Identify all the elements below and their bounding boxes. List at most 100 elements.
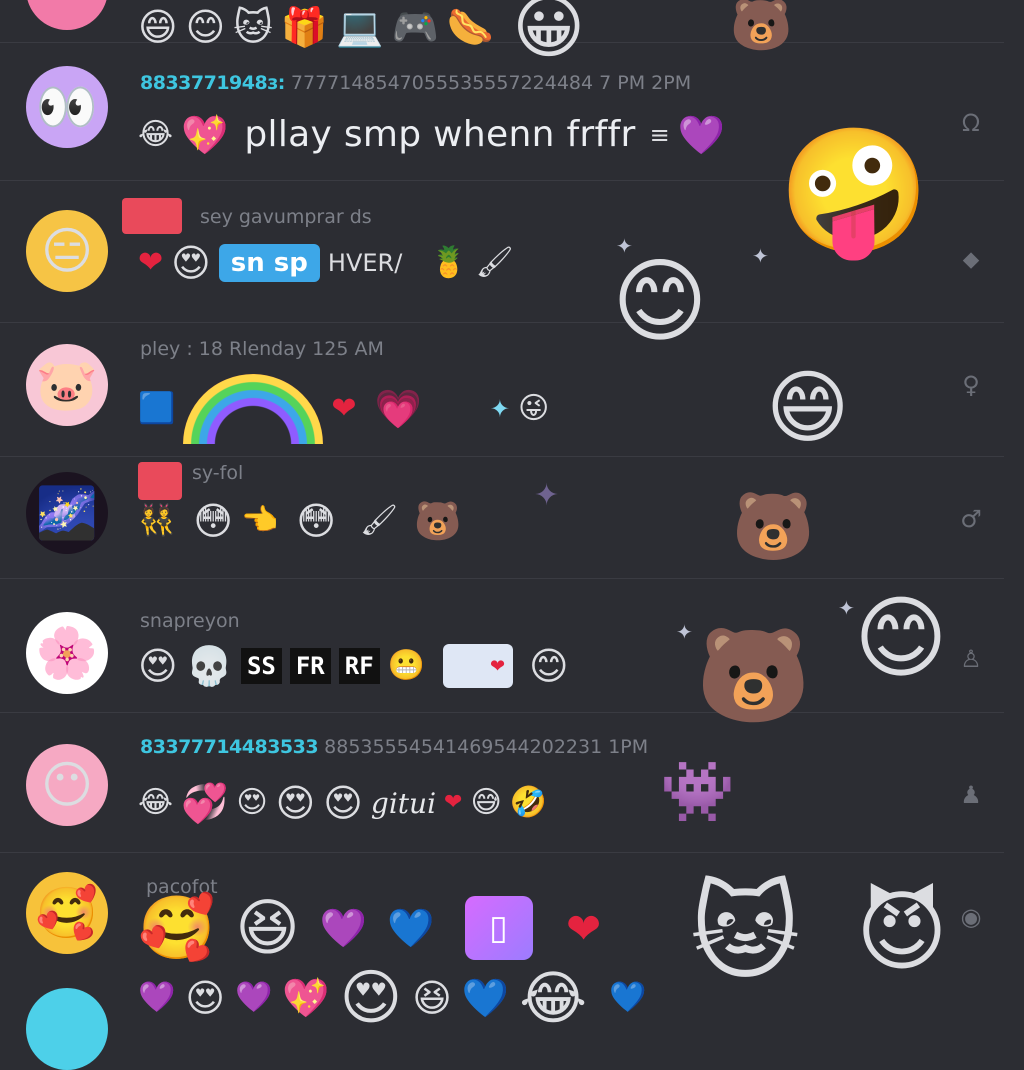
app-sticker: ▯ <box>464 896 533 960</box>
heart-emoji: ❤ <box>444 790 463 815</box>
rainbow-sticker <box>183 374 324 444</box>
action-icon[interactable]: ᘯ <box>956 108 986 138</box>
sparkle-heart-emoji: 💖 <box>181 112 229 157</box>
hearts-emoji: 💞 <box>181 781 229 825</box>
cat-emoji: 🐱 <box>233 5 273 49</box>
timestamp: sy-fol <box>192 462 244 484</box>
sparkle-icon: ✦ <box>838 596 855 620</box>
message-meta: sey gavumprar ds <box>200 206 372 228</box>
heart-eyes-emoji: 😍 <box>185 976 225 1020</box>
chat-feed: 😄 😊 🐱 🎁 💻 🎮 🌭 😀 👀 8833771948з: 777714854… <box>0 0 1024 1070</box>
avatar[interactable] <box>26 988 108 1070</box>
heart-eyes-emoji: 😍 <box>138 644 178 688</box>
laptop-emoji: 💻 <box>336 5 384 49</box>
avatar[interactable]: 🌸 <box>26 612 108 694</box>
heart-eyes-emoji: 😍 <box>171 241 211 285</box>
smile-emoji: 😄 <box>138 5 178 49</box>
sparkle-icon: ✦ <box>616 234 633 258</box>
laugh-emoji: 😂 <box>519 964 587 1032</box>
food-emoji: 🌭 <box>446 5 495 49</box>
message-line: 👯 😳 👈 😳 🖌 🐻 <box>138 502 461 540</box>
action-icon[interactable]: ♀ <box>956 370 986 400</box>
avatar[interactable]: 🌌 <box>26 472 108 554</box>
tag-ss: SS <box>240 648 282 684</box>
message-word: gitui <box>370 786 437 820</box>
message-word: HVER/ <box>327 249 403 277</box>
smile-emoji: 😊 <box>185 5 226 49</box>
laugh-emoji: 😂 <box>138 785 174 820</box>
message-meta: sy-fol <box>192 462 243 484</box>
action-icon[interactable]: ◉ <box>956 902 986 932</box>
timestamp: 7777148547055535557224484 7 PM 2PM <box>290 72 692 94</box>
heart-eyes-emoji: 😍 <box>275 781 316 825</box>
blush-sticker: 😊 <box>612 248 708 355</box>
laughing-emoji: 😆 <box>412 976 452 1020</box>
highlight-pill[interactable]: sn sp <box>218 244 320 282</box>
message-line: 💜 😍 💜 💖 😍 😆 💙 😂 💙 <box>138 968 646 1028</box>
username[interactable]: 83377714483533 <box>140 736 319 758</box>
heart-eyes-emoji: 😍 <box>236 785 268 820</box>
smile-emoji: 😊 <box>529 644 569 688</box>
rofl-emoji: 🤣 <box>509 785 548 820</box>
timestamp: sey gavumprar ds <box>200 206 372 228</box>
avatar[interactable]: 🥰 <box>26 872 108 954</box>
message-row: 🌌 sy-fol 👯 😳 👈 😳 🖌 🐻 <box>0 456 1004 579</box>
message-text: pllay smp whenn frffr <box>244 114 636 155</box>
avatar[interactable]: 😶 <box>26 744 108 826</box>
laugh-emoji: 😂 <box>138 116 174 152</box>
blue-square-emoji: 🟦 <box>138 391 176 426</box>
heart-emoji: ❤ <box>138 245 164 280</box>
action-icon[interactable]: ♙ <box>956 644 986 674</box>
message-row: 😄 😊 🐱 🎁 💻 🎮 🌭 😀 <box>0 0 1004 62</box>
purple-heart-emoji: 💜 <box>138 980 176 1015</box>
purple-heart-emoji: 💜 <box>677 112 726 157</box>
sparkle-icon: ✦ <box>534 478 560 513</box>
flushed-emoji: 😳 <box>296 499 336 543</box>
bear-sticker: 🐻 <box>732 488 815 565</box>
chat-card-sticker: ❤ <box>443 644 514 688</box>
action-icon[interactable]: ♂ <box>956 504 986 534</box>
heart-eyes-emoji: 😍 <box>339 963 403 1033</box>
username[interactable]: 8833771948з: <box>140 72 285 94</box>
sparkle-heart-emoji: 💖 <box>282 976 330 1020</box>
message-meta: 83377714483533 88535554541469544202231 1… <box>140 736 648 758</box>
purple-heart-emoji: 💜 <box>234 980 273 1015</box>
brush-emoji: 🖌 <box>475 245 514 280</box>
bear-sticker: 🐻 <box>730 0 793 54</box>
brush-emoji: 🖌 <box>359 503 399 538</box>
avatar[interactable]: 🐷 <box>26 344 108 426</box>
message-row: 🥰 pacofot 🥰 😆 💜 💙 ▯ 💜 😍 💜 💖 😍 😆 💙 😂 💙 <box>0 852 1004 1070</box>
blue-heart-emoji: 💙 <box>461 976 510 1020</box>
menu-glyph: ≡ <box>649 120 670 149</box>
crazy-face-sticker: 🤪 <box>778 120 930 262</box>
heart-emoji: ❤ <box>331 391 357 426</box>
message-row: 😶 83377714483533 88535554541469544202231… <box>0 712 1004 853</box>
pink-heart-emoji: 💗 <box>374 387 422 431</box>
message-line: 😍 💀 SS FR RF 😬 ❤ 😊 <box>138 644 569 688</box>
sweat-smile-emoji: 😅 <box>470 785 502 820</box>
message-line: 😂 💞 😍 😍 😍 gitui ❤ 😅 🤣 <box>138 784 547 822</box>
tag-rf: RF <box>338 648 380 684</box>
message-row: 🐷 pley : 18 Rlenday 125 AM 🟦 ❤ 💗 ✦ 😜 <box>0 322 1004 457</box>
pineapple-emoji: 🍍 <box>430 245 468 280</box>
action-icon[interactable]: ♟ <box>956 780 986 810</box>
avatar[interactable] <box>26 0 108 30</box>
timestamp: pley : 18 Rlenday 125 AM <box>140 338 384 360</box>
heart-eyes-emoji: 😍 <box>323 781 363 825</box>
reply-badge <box>138 462 182 500</box>
tag-fr: FR <box>289 648 331 684</box>
avatar[interactable]: 😑 <box>26 210 108 292</box>
pointing-emoji: 👈 <box>240 503 279 538</box>
laughing-emoji: 😆 <box>235 891 300 964</box>
message-meta: pley : 18 Rlenday 125 AM <box>140 338 384 360</box>
message-line: ❤ 😍 sn sp HVER/ 🍍 🖌 <box>138 244 514 282</box>
smile-sticker: 😊 <box>854 586 948 691</box>
avatar[interactable]: 👀 <box>26 66 108 148</box>
people-emoji: 👯 <box>138 503 176 538</box>
timestamp: 88535554541469544202231 1PM <box>324 736 649 758</box>
blue-heart-emoji: 💙 <box>387 906 435 950</box>
wink-emoji: 😜 <box>517 391 550 426</box>
message-meta: snapreyon <box>140 610 240 632</box>
ghost-sticker: 😈 <box>856 880 948 983</box>
action-icon[interactable]: ⬥ <box>956 244 986 274</box>
